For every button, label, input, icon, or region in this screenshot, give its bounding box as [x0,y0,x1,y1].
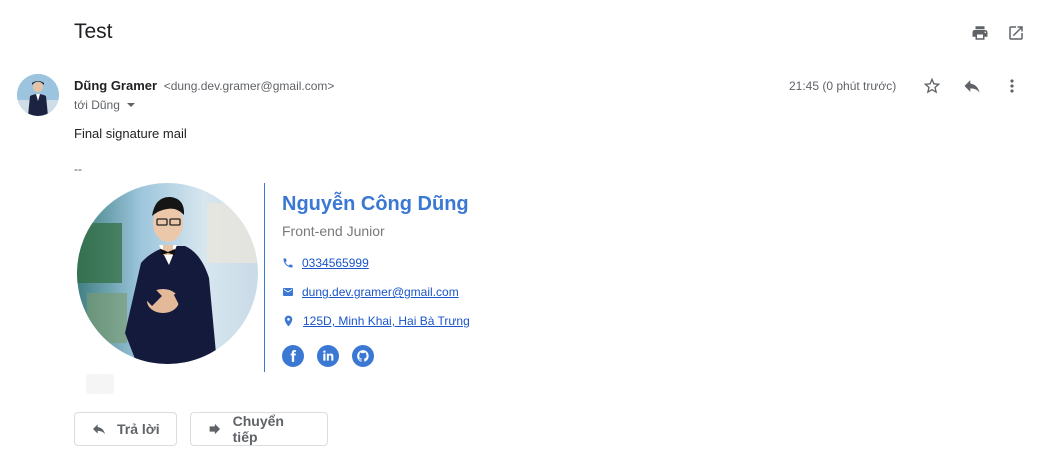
signature-photo [77,183,258,364]
signature-separator: -- [74,162,82,176]
signature-email-link[interactable]: dung.dev.gramer@gmail.com [302,285,459,299]
message-actions [922,76,1022,96]
signature-email-row: dung.dev.gramer@gmail.com [282,285,459,299]
recipient-label: tới Dũng [74,98,120,112]
signature-divider [264,183,265,372]
signature-address-row: 125D, Minh Khai, Hai Bà Trưng [282,313,470,329]
sender-line: Dũng Gramer <dung.dev.gramer@gmail.com> [74,78,334,93]
reply-icon [93,424,105,435]
github-icon[interactable] [352,345,374,367]
email-body: Final signature mail [74,126,187,141]
star-icon[interactable] [922,76,942,96]
more-vert-icon[interactable] [1002,76,1022,96]
collapsed-content-placeholder [86,374,114,394]
forward-icon [209,423,221,435]
signature-name: Nguyễn Công Dũng [282,193,469,215]
email-subject: Test [74,20,113,43]
thread-toolbar [971,24,1025,42]
forward-button-label: Chuyển tiếp [232,413,284,445]
reply-button[interactable]: Trả lời [74,412,177,446]
signature-address-link[interactable]: 125D, Minh Khai, Hai Bà Trưng [303,314,470,328]
print-icon[interactable] [971,24,989,42]
caret-down-icon [126,103,135,107]
recipient-details-toggle[interactable]: tới Dũng [74,98,135,112]
forward-button[interactable]: Chuyển tiếp [190,412,328,446]
sender-avatar[interactable] [17,74,59,116]
phone-icon [283,258,293,268]
signature-social-links [282,345,374,367]
sender-name[interactable]: Dũng Gramer [74,78,157,93]
location-pin-icon [284,315,293,327]
linkedin-icon[interactable] [317,345,339,367]
message-time: 21:45 (0 phút trước) [789,79,897,93]
mail-icon [283,288,293,296]
signature-title: Front-end Junior [282,223,385,239]
reply-button-label: Trả lời [117,421,160,437]
facebook-icon[interactable] [282,345,304,367]
open-in-new-window-icon[interactable] [1007,24,1025,42]
sender-email: <dung.dev.gramer@gmail.com> [163,79,335,93]
reply-icon[interactable] [962,76,982,96]
signature-phone-row: 0334565999 [282,256,369,270]
signature-phone-link[interactable]: 0334565999 [302,256,369,270]
